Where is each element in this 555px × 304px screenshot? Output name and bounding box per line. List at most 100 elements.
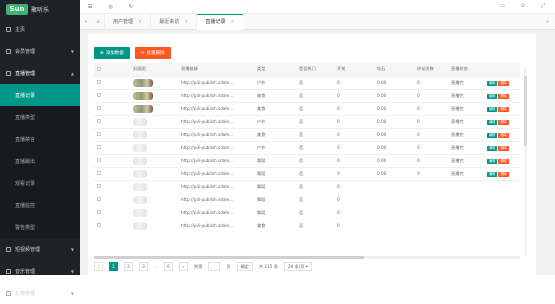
row-select-cell[interactable] [94, 193, 130, 206]
cover-cell [130, 167, 178, 181]
prev-page-icon[interactable]: ‹ [94, 262, 103, 271]
sidebar-item-music[interactable]: 音乐管理 ▼ [0, 260, 80, 282]
delete-button[interactable]: 删除 [498, 132, 509, 138]
select-all-checkbox[interactable] [97, 66, 101, 71]
column-header[interactable]: 钻石 [374, 63, 414, 77]
column-header[interactable]: 直播链接 [178, 63, 254, 77]
type-cell: 户外 [254, 76, 296, 90]
edit-button[interactable]: 编辑 [487, 119, 498, 125]
add-data-button[interactable]: ⊕ 添加数据 [94, 47, 130, 59]
edit-button[interactable]: 编辑 [487, 132, 498, 138]
message-icon[interactable]: ▭ [500, 3, 505, 9]
row-checkbox[interactable] [97, 158, 101, 162]
row-select-cell[interactable] [94, 154, 130, 168]
tab-live-records[interactable]: 直播记录 × [196, 13, 243, 30]
horizontal-scrollbar[interactable] [94, 256, 520, 259]
page-button[interactable]: 1 [109, 262, 118, 271]
row-checkbox[interactable] [97, 197, 101, 201]
row-checkbox[interactable] [97, 210, 101, 214]
page-button[interactable]: 2 [124, 262, 133, 271]
live-status-cell: 直播完 [448, 141, 484, 155]
sidebar-item-home[interactable]: 主页 [0, 18, 80, 40]
row-checkbox[interactable] [97, 106, 101, 110]
per-page-select[interactable]: 20 条/页 ▾ [284, 262, 312, 271]
page-button[interactable]: 3 [139, 262, 148, 271]
tab-users[interactable]: 用户管理 × [104, 13, 150, 30]
delete-button[interactable]: 删除 [498, 158, 509, 164]
menu-icon[interactable]: ☰ [88, 4, 92, 10]
delete-button[interactable]: 删除 [498, 171, 509, 177]
sidebar-subitem-live-records[interactable]: 直播记录 [0, 84, 80, 106]
refresh-icon[interactable]: ↻ [129, 4, 133, 10]
sidebar-item-members[interactable]: 会员管理 ▼ [0, 40, 80, 62]
comment-count-cell [414, 219, 448, 232]
sidebar-subitem-watch-records[interactable]: 观看记录 [0, 172, 80, 194]
delete-button[interactable]: 删除 [498, 106, 509, 112]
edit-button[interactable]: 编辑 [487, 93, 498, 99]
delete-button[interactable]: 删除 [498, 119, 509, 125]
row-checkbox[interactable] [97, 184, 101, 189]
sidebar-item-gifts[interactable]: 礼物管理 ▼ [0, 282, 80, 304]
row-select-cell[interactable] [94, 167, 130, 181]
column-header[interactable]: 是否热门 [296, 63, 334, 77]
row-select-cell[interactable] [94, 219, 130, 232]
delete-button[interactable]: 删除 [498, 93, 509, 99]
column-header[interactable]: 评论次数 [414, 63, 448, 77]
column-header[interactable]: 类型 [254, 63, 296, 77]
next-page-icon[interactable]: › [179, 262, 188, 271]
tabs-next-icon[interactable]: » [546, 19, 549, 25]
row-select-cell[interactable] [94, 76, 130, 90]
edit-button[interactable]: 编辑 [487, 158, 498, 164]
home-tab-icon[interactable]: ⌂ [92, 19, 104, 25]
edit-button[interactable]: 编辑 [487, 145, 498, 151]
sidebar-subitem-warning-types[interactable]: 警告类型 [0, 216, 80, 238]
select-all-header[interactable] [94, 63, 130, 77]
close-icon[interactable]: × [184, 19, 188, 25]
row-checkbox[interactable] [97, 93, 101, 97]
tab-recent-visits[interactable]: 最近来访 × [150, 13, 196, 30]
row-checkbox[interactable] [97, 145, 101, 149]
row-select-cell[interactable] [94, 89, 130, 103]
column-header[interactable]: 直播状态 [448, 63, 484, 77]
row-select-cell[interactable] [94, 180, 130, 193]
column-header[interactable]: 封面图 [130, 63, 178, 77]
row-select-cell[interactable] [94, 206, 130, 219]
sidebar-item-live[interactable]: 直播管理 ▲ [0, 62, 80, 84]
sidebar-subitem-live-monitor[interactable]: 直播监控 [0, 194, 80, 216]
globe-icon[interactable]: ◎ [108, 4, 112, 10]
edit-button[interactable]: 编辑 [487, 106, 498, 112]
row-checkbox[interactable] [97, 223, 101, 227]
sidebar-subitem-live-mute[interactable]: 直播禁言 [0, 128, 80, 150]
row-select-cell[interactable] [94, 128, 130, 142]
fullscreen-icon[interactable]: ⤢ [541, 3, 545, 9]
delete-button[interactable]: 删除 [498, 145, 509, 151]
vertical-scrollbar[interactable] [524, 68, 527, 256]
sidebar-subitem-live-kick[interactable]: 直播踢出 [0, 150, 80, 172]
row-checkbox[interactable] [97, 171, 101, 175]
sidebar-item-shortvideo[interactable]: 短视频管理 ▼ [0, 238, 80, 260]
batch-delete-button[interactable]: ⊖ 批量删除 [134, 47, 171, 59]
row-checkbox[interactable] [97, 132, 101, 136]
row-select-cell[interactable] [94, 115, 130, 129]
actions-cell: 编辑 删除 [484, 167, 520, 181]
column-header[interactable]: 开关 [334, 63, 374, 77]
chevron-down-icon: ▼ [70, 290, 74, 296]
row-select-cell[interactable] [94, 102, 130, 116]
page-number-input[interactable] [208, 262, 221, 271]
edit-button[interactable]: 编辑 [487, 80, 498, 86]
close-icon[interactable]: × [138, 19, 142, 25]
row-select-cell[interactable] [94, 141, 130, 155]
page-button[interactable]: 6 [164, 262, 173, 271]
close-icon[interactable]: × [230, 19, 234, 25]
row-checkbox[interactable] [97, 119, 101, 123]
video-icon [6, 70, 11, 76]
confirm-button[interactable]: 确定 [236, 262, 253, 271]
tabs-prev-icon[interactable]: « [80, 19, 92, 25]
type-cell: 户外 [254, 141, 296, 155]
delete-button[interactable]: 删除 [498, 80, 509, 86]
row-checkbox[interactable] [97, 80, 101, 84]
edit-button[interactable]: 编辑 [487, 171, 498, 177]
lock-icon[interactable]: ⊙ [521, 3, 525, 9]
sidebar-subitem-live-types[interactable]: 直播类型 [0, 106, 80, 128]
table-body: http://pili-publish.sdale... 户外否 0 0.00 0 直播完… [94, 76, 520, 232]
